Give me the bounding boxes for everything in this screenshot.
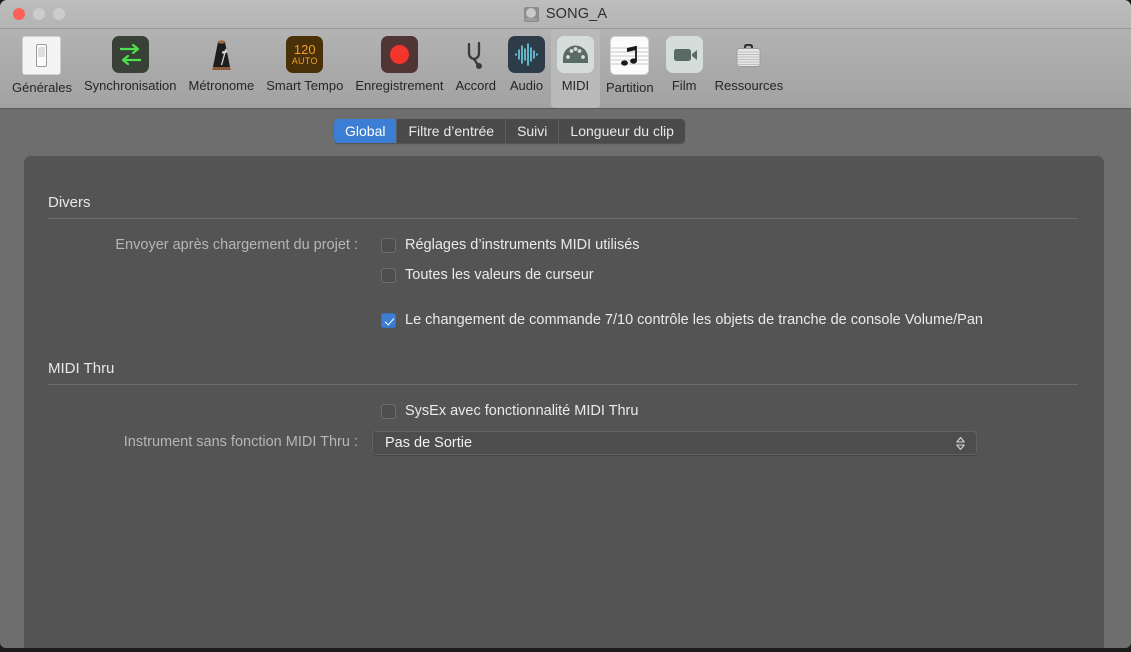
toolbar-item-film[interactable]: Film <box>660 29 709 108</box>
video-camera-icon <box>665 36 703 73</box>
checkbox-label-toutes-valeurs-curseur: Toutes les valeurs de curseur <box>405 267 594 283</box>
toolbar-item-accord[interactable]: Accord <box>449 29 501 108</box>
briefcase-icon <box>730 36 767 73</box>
checkbox-label-commande-7-10-volume-pan: Le changement de commande 7/10 contrôle … <box>405 312 983 328</box>
section-title-midi-thru: MIDI Thru <box>48 360 115 377</box>
toolbar-item-enregistrement[interactable]: Enregistrement <box>349 29 449 108</box>
record-icon <box>380 36 418 73</box>
toolbar-item-synchronisation[interactable]: Synchronisation <box>78 29 183 108</box>
preferences-toolbar: Générales Synchronisation Métronome 120 … <box>0 29 1131 109</box>
instrument-popup-value: Pas de Sortie <box>385 435 473 451</box>
section-title-divers: Divers <box>48 194 91 211</box>
divider-midi-thru <box>48 384 1078 385</box>
tab-bar: Global Filtre d’entrée Suivi Longueur du… <box>334 119 685 143</box>
toolbar-item-smart-tempo[interactable]: 120 AUTO Smart Tempo <box>260 29 349 108</box>
toolbar-item-metronome[interactable]: Métronome <box>182 29 260 108</box>
toolbar-item-midi[interactable]: MIDI <box>550 29 600 108</box>
project-disc-icon <box>523 6 539 22</box>
title-bar: SONG_A <box>0 0 1131 29</box>
midi-connector-icon <box>556 36 594 73</box>
toolbar-item-audio[interactable]: Audio <box>502 29 551 108</box>
tempo-value: 120 <box>293 41 316 57</box>
toolbar-label: Film <box>671 78 697 93</box>
toolbar-label: Smart Tempo <box>266 78 344 93</box>
instrument-popup-button[interactable]: Pas de Sortie <box>372 431 977 455</box>
tempo-icon: 120 AUTO <box>286 36 324 73</box>
toolbar-label: Métronome <box>188 78 255 93</box>
tab-global[interactable]: Global <box>334 119 398 143</box>
preferences-body: Global Filtre d’entrée Suivi Longueur du… <box>0 109 1131 648</box>
toolbar-label: Enregistrement <box>355 78 444 93</box>
divider-divers <box>48 218 1078 219</box>
checkbox-label-reglages-instruments-midi: Réglages d’instruments MIDI utilisés <box>405 237 640 253</box>
toolbar-item-partition[interactable]: Partition <box>600 29 660 108</box>
tuning-fork-icon <box>457 36 494 73</box>
toolbar-label: Audio <box>509 78 544 93</box>
tab-filtre-dentree[interactable]: Filtre d’entrée <box>397 119 507 143</box>
checkbox-sysex-midi-thru[interactable] <box>381 404 396 419</box>
checkbox-label-sysex-midi-thru: SysEx avec fonctionnalité MIDI Thru <box>405 403 639 419</box>
checkbox-reglages-instruments-midi[interactable] <box>381 238 396 253</box>
toolbar-label: Générales <box>12 80 72 95</box>
toolbar-label: MIDI <box>561 78 590 93</box>
toolbar-label: Accord <box>455 78 496 93</box>
music-note-icon <box>610 36 650 75</box>
toolbar-label: Ressources <box>714 78 784 93</box>
waveform-icon <box>507 36 545 73</box>
settings-panel: Divers Envoyer après chargement du proje… <box>24 156 1104 648</box>
checkbox-toutes-valeurs-curseur[interactable] <box>381 268 396 283</box>
toolbar-item-generales[interactable]: Générales <box>6 29 78 108</box>
instrument-sans-fonction-label: Instrument sans fonction MIDI Thru : <box>123 434 358 450</box>
toolbar-label: Synchronisation <box>83 78 177 93</box>
preferences-window: SONG_A Générales Synchronisation Métrono… <box>0 0 1131 648</box>
metronome-icon <box>203 36 240 73</box>
toolbar-label: Partition <box>605 80 654 95</box>
window-title-group: SONG_A <box>0 0 1131 28</box>
chevron-up-down-icon <box>955 436 966 451</box>
window-title: SONG_A <box>545 6 608 22</box>
switch-icon <box>22 36 62 75</box>
checkbox-commande-7-10-volume-pan[interactable] <box>381 313 396 328</box>
send-after-load-label: Envoyer après chargement du projet : <box>115 237 358 253</box>
tempo-auto-label: AUTO <box>291 55 318 66</box>
toolbar-item-ressources[interactable]: Ressources <box>709 29 790 108</box>
tab-longueur-du-clip[interactable]: Longueur du clip <box>559 119 685 143</box>
sync-arrows-icon <box>111 36 149 73</box>
tab-suivi[interactable]: Suivi <box>506 119 560 143</box>
